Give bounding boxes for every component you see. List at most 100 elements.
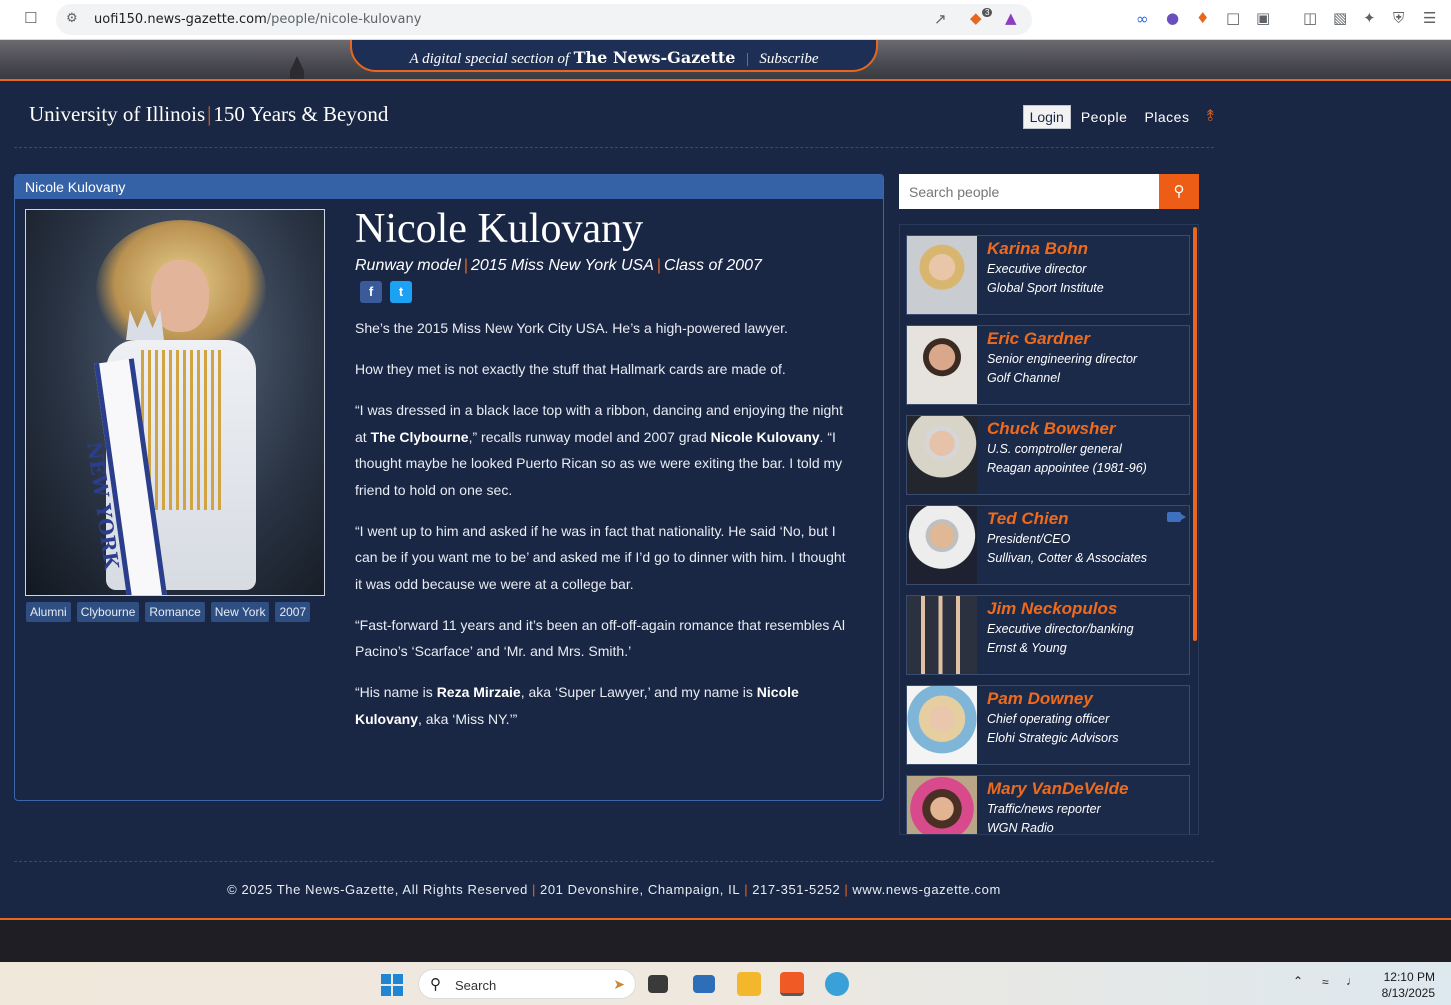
share-icon[interactable]: ⥉ (1206, 108, 1214, 126)
sidebar-icon[interactable]: ◫ (1303, 11, 1317, 26)
tag-alumni[interactable]: Alumni (26, 602, 71, 622)
article-text: , aka ‘Miss NY.’” (418, 710, 518, 727)
person-name[interactable]: Eric Gardner (987, 329, 1090, 349)
person-role: Executive director Global Sport Institute (987, 260, 1104, 298)
search-input[interactable] (899, 174, 1159, 209)
video-camera-icon[interactable] (1167, 512, 1186, 522)
extensions-icon[interactable]: □ (1226, 11, 1240, 26)
metamask-icon[interactable]: ♦ (1196, 11, 1209, 26)
footer-website-link[interactable]: www.news-gazette.com (852, 882, 1001, 897)
task-view-icon[interactable] (648, 975, 668, 993)
leo-icon[interactable]: ● (1166, 11, 1179, 26)
article-paragraph: “I went up to him and asked if he was in… (355, 522, 846, 592)
person-name[interactable]: Chuck Bowsher (987, 419, 1115, 439)
article-text: ,” recalls runway model and 2007 grad (468, 428, 711, 445)
twitter-share-button[interactable]: t (390, 281, 412, 303)
tag-clybourne[interactable]: Clybourne (76, 602, 140, 622)
person-card[interactable]: Karina Bohn Executive director Global Spo… (906, 235, 1190, 315)
vpn-shield-icon[interactable]: ⛨ (1393, 11, 1404, 26)
share-page-icon[interactable]: ↗ (934, 12, 947, 27)
person-title: Senior engineering director (987, 352, 1138, 366)
person-name[interactable]: Pam Downey (987, 689, 1093, 709)
site-info-icon[interactable]: ⚙ (66, 12, 78, 25)
person-role: Senior engineering director Golf Channel (987, 350, 1137, 388)
article-text: , aka ‘Super Lawyer,’ and my name is (520, 684, 757, 700)
person-thumbnail (907, 686, 977, 764)
person-card[interactable]: Chuck Bowsher U.S. comptroller general Re… (906, 415, 1190, 495)
subtitle-separator: | (463, 257, 468, 274)
tray-chevron-icon[interactable]: ⌃ (1293, 974, 1303, 988)
file-explorer-icon[interactable] (737, 972, 761, 996)
person-org: Global Sport Institute (987, 281, 1104, 295)
person-name[interactable]: Mary VanDeVelde (987, 779, 1128, 799)
address-bar[interactable]: ⚙ uofi150.news-gazette.com/people/nicole… (56, 4, 1032, 35)
paint-icon[interactable] (825, 972, 849, 996)
person-role: Traffic/news reporter WGN Radio (987, 800, 1101, 834)
url-path: /people/nicole-kulovany (266, 12, 422, 27)
nav-places[interactable]: Places (1144, 109, 1189, 125)
article-paragraph: How they met is not exactly the stuff th… (355, 361, 786, 377)
person-role: President/CEO Sullivan, Cotter & Associat… (987, 530, 1147, 568)
profile-subtitle: Runway model | 2015 Miss New York USA | Clas… (355, 257, 762, 275)
menu-icon[interactable]: ☰ (1423, 11, 1436, 26)
nav-people[interactable]: People (1081, 109, 1128, 125)
people-scrollbar[interactable] (1193, 227, 1197, 641)
article-paragraph: “His name is Reza Mirzaie, aka ‘Super La… (355, 679, 855, 732)
sparkle-icon[interactable]: ✦ (1363, 11, 1376, 26)
url-text: uofi150.news-gazette.com/people/nicole-k… (94, 12, 421, 27)
person-name[interactable]: Jim Neckopulos (987, 599, 1117, 619)
taskbar-search-label: Search (455, 978, 497, 993)
person-card[interactable]: Mary VanDeVelde Traffic/news reporter WGN… (906, 775, 1190, 834)
person-card[interactable]: Pam Downey Chief operating officer Elohi … (906, 685, 1190, 765)
people-list[interactable]: Karina Bohn Executive director Global Spo… (899, 224, 1199, 835)
taskbar: ⚲ Search ➤ ⌃ ≈ ♩ 12:10 PM 8/13/2025 (0, 962, 1451, 1005)
widgets-icon[interactable] (693, 975, 715, 993)
brave-shields-icon[interactable]: ◆ (970, 11, 982, 26)
site-title[interactable]: University of Illinois|150 Years & Beyon… (29, 102, 388, 127)
link-icon[interactable]: ∞ (1136, 12, 1149, 27)
subtitle-separator: | (656, 257, 662, 274)
taskbar-search[interactable]: ⚲ Search ➤ (418, 969, 636, 999)
login-button[interactable]: Login (1022, 105, 1071, 129)
article-paragraph: “Fast-forward 11 years and it’s been an … (355, 616, 845, 660)
subscribe-link[interactable]: Subscribe (759, 51, 818, 67)
taskbar-clock[interactable]: 12:10 PM 8/13/2025 (1382, 969, 1435, 1001)
title-separator: | (207, 102, 212, 126)
person-org: Ernst & Young (987, 641, 1067, 655)
tag-2007[interactable]: 2007 (275, 602, 311, 622)
digital-section-pill[interactable]: A digital special section of The News-Ga… (350, 40, 878, 72)
bold-place-name: The Clybourne (370, 428, 469, 445)
article-text: “His name is (355, 684, 437, 700)
facebook-share-button[interactable]: f (360, 281, 382, 303)
reader-icon[interactable]: ▣ (1256, 11, 1270, 26)
search-icon: ⚲ (430, 976, 441, 993)
subtitle-occupation: Runway model (355, 257, 461, 274)
person-name[interactable]: Ted Chien (987, 509, 1069, 529)
person-role: Chief operating officer Elohi Strategic A… (987, 710, 1119, 748)
tag-new-york[interactable]: New York (210, 602, 270, 622)
volume-icon[interactable]: ♩ (1346, 974, 1358, 988)
search-button[interactable]: ⚲ (1159, 174, 1199, 209)
person-thumbnail (907, 326, 977, 404)
brave-rewards-icon[interactable]: ▲ (1005, 11, 1017, 26)
tag-list: Alumni Clybourne Romance New York 2007 (26, 602, 311, 622)
person-name[interactable]: Karina Bohn (987, 239, 1088, 259)
footer-divider (14, 861, 1214, 862)
profile-photo: NEW YORK (25, 209, 325, 596)
person-card[interactable]: Eric Gardner Senior engineering director… (906, 325, 1190, 405)
windows-start-icon[interactable] (381, 974, 403, 996)
person-card[interactable]: Jim Neckopulos Executive director/bankin… (906, 595, 1190, 675)
wifi-icon[interactable]: ≈ (1322, 975, 1329, 989)
person-card[interactable]: Ted Chien President/CEO Sullivan, Cotter … (906, 505, 1190, 585)
person-thumbnail (907, 596, 977, 674)
tag-romance[interactable]: Romance (145, 602, 205, 622)
brave-browser-icon[interactable] (780, 972, 804, 996)
profile-name: Nicole Kulovany (355, 206, 644, 252)
person-title: Executive director/banking (987, 622, 1134, 636)
person-title: Executive director (987, 262, 1087, 276)
footer-address: 201 Devonshire, Champaign, IL (539, 882, 741, 897)
footer-separator: | (844, 882, 849, 897)
bookmark-icon[interactable]: ☐ (24, 11, 37, 26)
social-buttons: f t (360, 281, 412, 303)
wallet-icon[interactable]: ▧ (1333, 11, 1347, 26)
